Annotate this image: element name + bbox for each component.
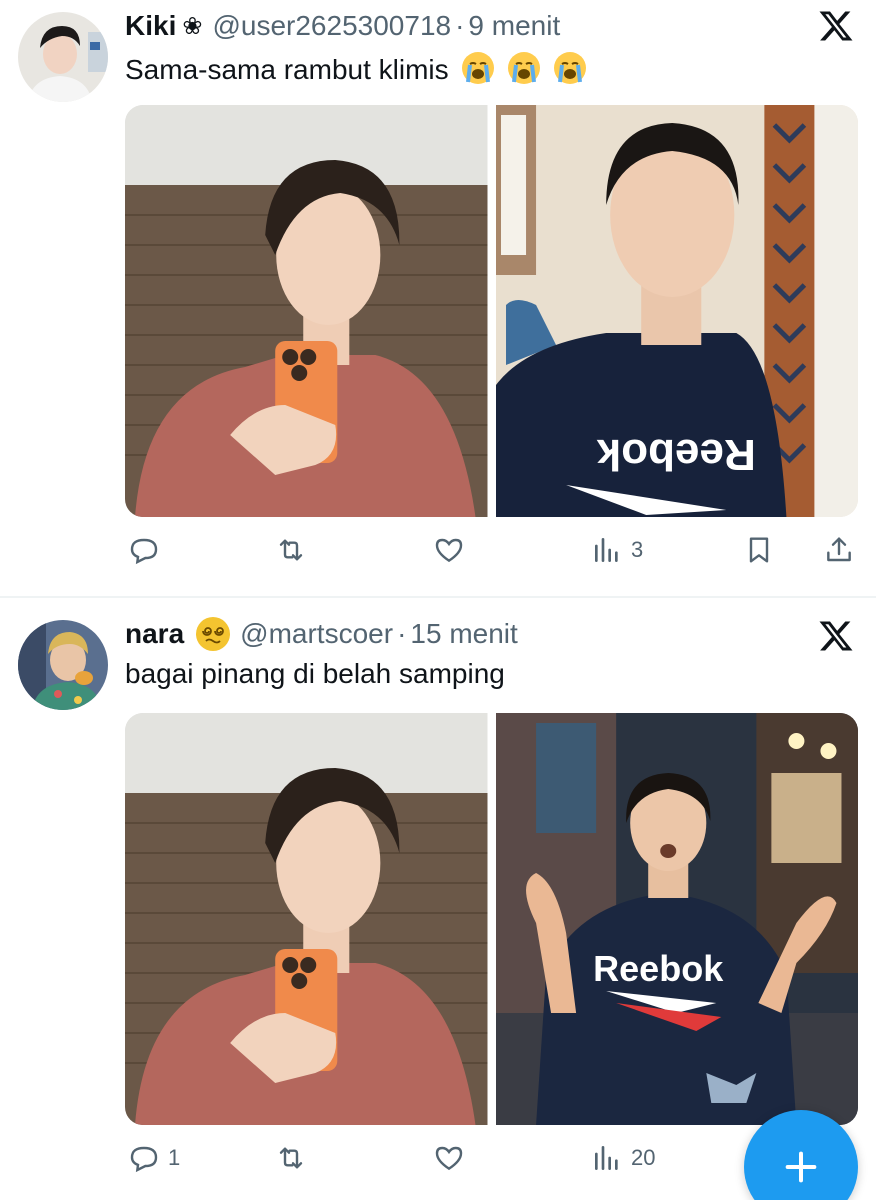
tweet-actions: 3 <box>125 530 858 570</box>
user-handle[interactable]: @martscoer <box>240 618 393 650</box>
like-button[interactable] <box>433 1138 473 1178</box>
tweet-text-body: Sama-sama rambut klimis <box>125 54 449 85</box>
reply-icon <box>130 538 158 565</box>
dizzy-face-emoji-icon <box>196 617 231 651</box>
reply-button[interactable]: 1 <box>128 1138 180 1178</box>
bookmark-button[interactable] <box>743 530 775 570</box>
views-count: 3 <box>631 537 644 562</box>
x-logo-icon <box>819 621 853 651</box>
views-button[interactable]: 20 <box>591 1138 655 1178</box>
tweet-header: nara @martscoer · 15 menit <box>125 616 518 652</box>
tweet-text: Sama-sama rambut klimis <box>125 52 586 86</box>
tweet-header: Kiki ❀ @user2625300718 · 9 menit <box>125 8 560 44</box>
loudly-crying-face-icon <box>508 52 541 84</box>
views-icon <box>595 538 618 562</box>
like-button[interactable] <box>433 530 473 570</box>
views-button[interactable]: 3 <box>591 530 643 570</box>
tweet-card[interactable]: Kiki ❀ @user2625300718 · 9 menit Sama-sa… <box>0 0 876 597</box>
reply-button[interactable] <box>128 530 168 570</box>
shirt-brand-text: Reebok <box>593 948 724 989</box>
loudly-crying-face-icon <box>553 52 586 84</box>
display-name[interactable]: nara <box>125 618 184 650</box>
media-grid: Reebok <box>125 105 858 517</box>
display-name[interactable]: Kiki <box>125 10 176 42</box>
timestamp[interactable]: 15 menit <box>410 618 517 650</box>
separator-dot: · <box>397 618 407 649</box>
separator-dot: · <box>455 10 465 41</box>
tweet-text: bagai pinang di belah samping <box>125 658 505 689</box>
retweet-button[interactable] <box>275 1138 315 1178</box>
avatar[interactable] <box>18 620 108 710</box>
share-button[interactable] <box>823 530 855 570</box>
photo-mirror-selfie[interactable] <box>125 713 488 1125</box>
avatar[interactable] <box>18 12 108 102</box>
retweet-button[interactable] <box>275 530 315 570</box>
heart-icon <box>435 538 463 563</box>
retweet-icon <box>279 539 303 561</box>
reply-count: 1 <box>168 1145 181 1170</box>
retweet-icon <box>279 1147 303 1169</box>
photo-reebok-man[interactable]: Reebok <box>495 105 858 517</box>
name-decoration: ❀ <box>182 12 203 40</box>
views-icon <box>595 1146 618 1170</box>
bookmark-icon <box>749 537 769 563</box>
photo-mirror-selfie[interactable] <box>125 105 488 517</box>
plus-icon <box>785 1151 817 1183</box>
media-grid: Reebok <box>125 713 858 1125</box>
svg-text:Reebok: Reebok <box>596 430 756 479</box>
loudly-crying-face-icon <box>462 52 495 84</box>
photo-reebok-man-hands-raised[interactable]: Reebok <box>495 713 858 1125</box>
x-logo-icon <box>819 11 853 41</box>
user-handle[interactable]: @user2625300718 <box>212 10 451 42</box>
views-count: 20 <box>631 1145 656 1170</box>
timestamp[interactable]: 9 menit <box>468 10 560 42</box>
share-icon <box>827 537 851 562</box>
heart-icon <box>435 1146 463 1171</box>
reply-icon <box>130 1146 158 1173</box>
tweet-card[interactable]: nara @martscoer · 15 menit bagai pinang … <box>0 598 876 1200</box>
